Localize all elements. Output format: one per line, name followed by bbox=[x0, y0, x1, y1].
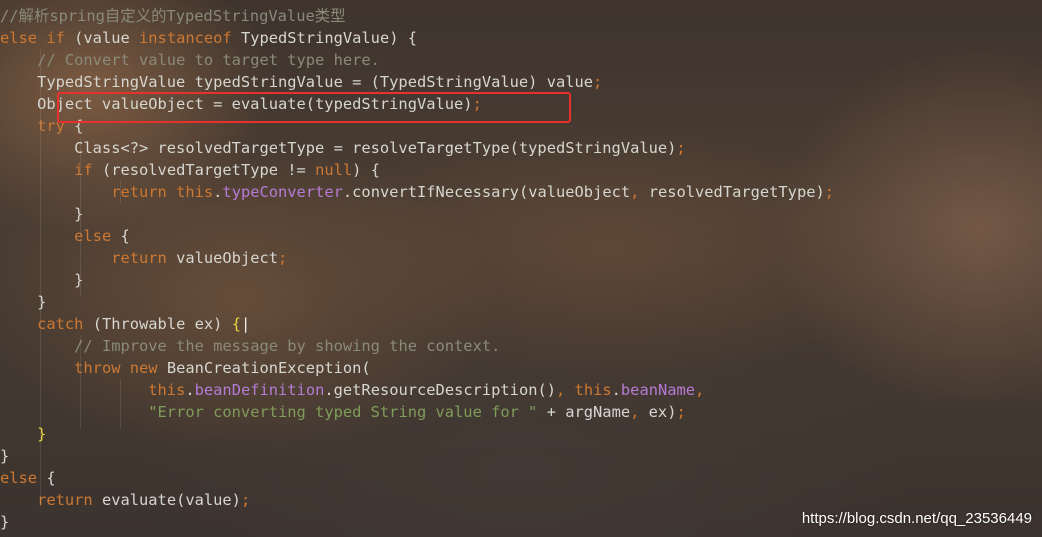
code-line[interactable]: } bbox=[0, 269, 1042, 291]
code-token-keyword: , bbox=[630, 403, 640, 421]
code-line[interactable]: } bbox=[0, 203, 1042, 225]
indent-guide bbox=[40, 49, 41, 507]
code-token-plain: (value bbox=[64, 29, 140, 47]
code-token-plain: .convertIfNecessary(valueObject bbox=[342, 183, 631, 201]
code-line[interactable]: else { bbox=[0, 225, 1042, 247]
code-token-field: beanDefinition bbox=[194, 381, 325, 399]
code-token-keyword: return this bbox=[111, 183, 214, 201]
code-editor[interactable]: //解析spring自定义的TypedStringValue类型 else if … bbox=[0, 5, 1042, 533]
indent-guide bbox=[120, 379, 121, 429]
code-line[interactable]: throw new BeanCreationException( bbox=[0, 357, 1042, 379]
code-token-plain: } bbox=[0, 447, 10, 465]
code-token-keyword: instanceof bbox=[139, 29, 232, 47]
code-line[interactable]: // Convert value to target type here. bbox=[0, 49, 1042, 71]
code-token-plain: . bbox=[185, 381, 195, 399]
code-line[interactable]: } bbox=[0, 423, 1042, 445]
code-token-plain: TypedStringValue typedStringValue = (Typ… bbox=[0, 73, 594, 91]
code-token-plain: valueObject bbox=[166, 249, 279, 267]
code-token-field: typeConverter bbox=[222, 183, 343, 201]
code-line[interactable]: // Improve the message by showing the co… bbox=[0, 335, 1042, 357]
code-token-field: beanName bbox=[620, 381, 696, 399]
code-token-keyword: ; bbox=[278, 249, 288, 267]
code-token-keyword: ; bbox=[824, 183, 835, 201]
code-token-keyword: catch bbox=[37, 315, 84, 333]
code-token-keyword: if bbox=[74, 161, 93, 179]
code-token-plain: TypedStringValue) { bbox=[231, 29, 418, 47]
code-token-plain: evaluate(value) bbox=[92, 491, 241, 509]
code-token-plain: } bbox=[0, 205, 84, 223]
watermark-text: https://blog.csdn.net/qq_23536449 bbox=[801, 510, 1032, 527]
code-token-brace-hl: { bbox=[231, 315, 241, 333]
code-line[interactable]: } bbox=[0, 291, 1042, 313]
code-token-keyword: ; bbox=[676, 403, 686, 421]
code-line[interactable]: return evaluate(value); bbox=[0, 489, 1042, 511]
code-token-comment: //解析spring自定义的TypedStringValue类型 bbox=[0, 7, 346, 25]
code-line[interactable]: TypedStringValue typedStringValue = (Typ… bbox=[0, 71, 1042, 93]
code-line[interactable]: Class<?> resolvedTargetType = resolveTar… bbox=[0, 137, 1042, 159]
code-token-plain: .getResourceDescription() bbox=[324, 381, 557, 399]
code-line[interactable]: //解析spring自定义的TypedStringValue类型 bbox=[0, 5, 1042, 27]
code-token-keyword: throw new bbox=[74, 359, 158, 377]
code-line[interactable]: return valueObject; bbox=[0, 247, 1042, 269]
code-token-plain: (Throwable ex) bbox=[83, 315, 232, 333]
code-token-plain: + argName bbox=[537, 403, 631, 421]
code-token-plain: ex) bbox=[639, 403, 677, 421]
highlight-box bbox=[57, 92, 571, 123]
screenshot-background: //解析spring自定义的TypedStringValue类型 else if … bbox=[0, 0, 1042, 537]
code-token-keyword: ; bbox=[676, 139, 686, 157]
code-token-keyword: return bbox=[37, 491, 93, 509]
code-line[interactable]: "Error converting typed String value for… bbox=[0, 401, 1042, 423]
code-token-string: "Error converting typed String value for… bbox=[148, 403, 538, 421]
code-line[interactable]: else { bbox=[0, 467, 1042, 489]
code-token-plain: BeanCreationException( bbox=[157, 359, 371, 377]
code-line[interactable]: } bbox=[0, 445, 1042, 467]
code-token-plain: Class<?> resolvedTargetType = resolveTar… bbox=[0, 139, 677, 157]
indent-guide bbox=[80, 335, 81, 429]
code-token-plain: resolvedTargetType) bbox=[639, 183, 825, 201]
code-token-plain: { bbox=[111, 227, 130, 245]
code-token-keyword: return bbox=[111, 249, 167, 267]
code-token-cursor: | bbox=[240, 315, 251, 333]
code-token-plain: } bbox=[0, 271, 84, 289]
code-token-keyword: ; bbox=[593, 73, 603, 91]
code-token-comment: // Improve the message by showing the co… bbox=[74, 337, 501, 355]
code-line[interactable]: else if (value instanceof TypedStringVal… bbox=[0, 27, 1042, 49]
code-token-keyword: else if bbox=[0, 29, 65, 47]
code-token-plain: } bbox=[0, 513, 10, 531]
code-token-plain: . bbox=[611, 381, 621, 399]
code-token-plain: ) { bbox=[352, 161, 380, 179]
code-token-keyword: this bbox=[148, 381, 186, 399]
code-token-comment: // Convert value to target type here. bbox=[37, 51, 380, 69]
code-token-keyword: else bbox=[0, 469, 38, 487]
indent-guide bbox=[80, 137, 81, 297]
indent-guide bbox=[120, 181, 121, 203]
code-line[interactable]: return this.typeConverter.convertIfNeces… bbox=[0, 181, 1042, 203]
code-line[interactable]: catch (Throwable ex) {| bbox=[0, 313, 1042, 335]
code-token-keyword: , this bbox=[556, 381, 612, 399]
code-token-brace-hl: } bbox=[37, 425, 47, 443]
code-line[interactable]: if (resolvedTargetType != null) { bbox=[0, 159, 1042, 181]
code-token-keyword: , bbox=[695, 381, 705, 399]
code-token-keyword: ; bbox=[240, 491, 251, 509]
code-token-keyword: null bbox=[315, 161, 353, 179]
code-line[interactable]: this.beanDefinition.getResourceDescripti… bbox=[0, 379, 1042, 401]
code-token-plain: (resolvedTargetType != bbox=[92, 161, 316, 179]
